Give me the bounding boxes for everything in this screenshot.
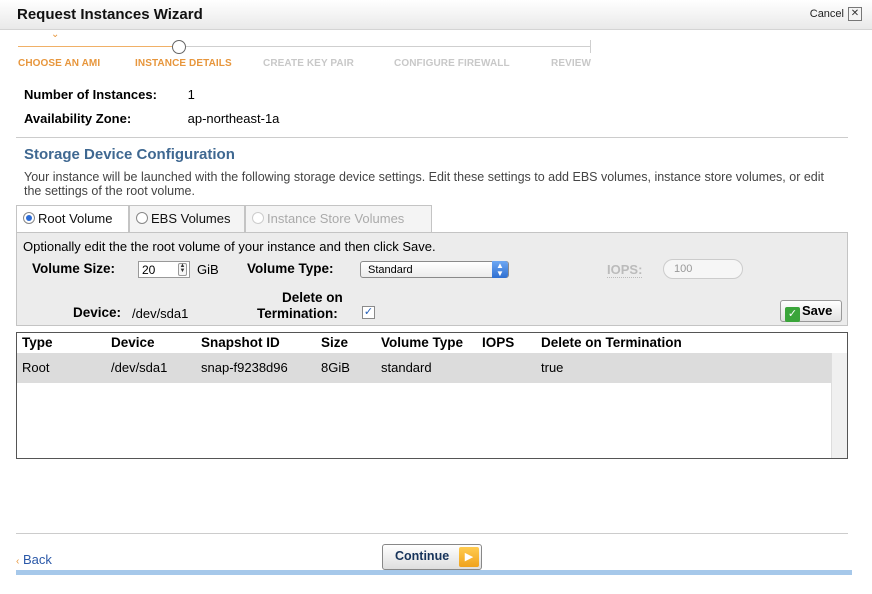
table-scrollbar[interactable] [831,353,847,458]
progress-line-remaining [185,46,591,47]
column-header: Delete on Termination [541,335,682,350]
save-label: Save [802,303,833,318]
panel-hint: Optionally edit the the root volume of y… [23,239,436,254]
window-title: Request Instances Wizard [17,6,203,23]
checkmark-icon: ✓ [785,307,800,322]
device-label: Device: [73,305,122,320]
delete-on-termination-checkbox[interactable]: ✓ [362,306,375,319]
tab-root-volume[interactable]: Root Volume [16,205,129,234]
cell-device: /dev/sda1 [111,360,168,375]
select-arrows-icon: ▲ ▼ [492,261,508,278]
step-complete-chevron-icon: ⌄ [51,29,60,40]
current-step-marker-icon [172,40,186,54]
radio-icon [136,212,148,224]
tab-ebs-volumes[interactable]: EBS Volumes [129,205,245,233]
step-create-key-pair: CREATE KEY PAIR [263,58,354,69]
wizard-steps: ⌄ CHOOSE AN AMI INSTANCE DETAILS CREATE … [0,29,872,76]
column-header: Snapshot ID [201,335,280,350]
tab-label: Instance Store Volumes [267,211,405,226]
volume-size-stepper[interactable]: 20 ▲ ▼ [138,261,190,278]
close-icon[interactable]: ✕ [848,7,862,21]
section-title: Storage Device Configuration [24,146,235,163]
cell-size: 8GiB [321,360,350,375]
continue-label: Continue [395,549,450,563]
iops-input: 100 [663,259,743,279]
tab-label: Root Volume [38,211,113,226]
cell-volume-type: standard [381,360,432,375]
play-arrow-icon: ▶ [459,547,479,567]
instance-count-label: Number of Instances: [24,87,157,102]
progress-line-complete [18,46,173,47]
table-header: Type Device Snapshot ID Size Volume Type… [17,333,831,353]
volume-type-value: Standard [368,264,413,276]
volume-size-unit: GiB [197,262,219,277]
step-choose-ami[interactable]: CHOOSE AN AMI [18,58,100,69]
column-header: Size [321,335,349,350]
cell-snapshot: snap-f9238d96 [201,360,288,375]
root-volume-panel: Optionally edit the the root volume of y… [16,232,848,326]
column-header: Type [22,335,53,350]
chevron-left-icon: ‹ [16,556,20,567]
back-label: Back [22,552,52,567]
progress-end-marker [590,40,591,53]
tab-label: EBS Volumes [151,211,231,226]
volume-type-label: Volume Type: [247,261,334,276]
section-description: Your instance will be launched with the … [24,170,824,198]
instance-count-value: 1 [187,87,195,102]
volume-type-select[interactable]: Standard ▲ ▼ [360,261,509,278]
tab-instance-store-volumes: Instance Store Volumes [245,205,432,233]
step-review: REVIEW [551,58,592,69]
table-row[interactable]: Root /dev/sda1 snap-f9238d96 8GiB standa… [17,353,831,383]
iops-label: IOPS: [607,262,643,278]
cell-type: Root [22,360,50,375]
cancel-link[interactable]: Cancel [810,8,844,20]
availability-zone-row: Availability Zone: ap-northeast-1a [24,111,279,126]
footer-divider [16,533,848,534]
column-header: Device [111,335,155,350]
availability-zone-value: ap-northeast-1a [187,111,280,126]
column-header: IOPS [482,335,515,350]
device-value: /dev/sda1 [132,306,189,321]
save-button[interactable]: ✓ Save [780,300,842,322]
volume-size-label: Volume Size: [32,261,116,276]
volume-size-value: 20 [142,263,156,277]
step-instance-details: INSTANCE DETAILS [135,58,232,69]
volumes-table: Type Device Snapshot ID Size Volume Type… [16,332,848,459]
back-link[interactable]: ‹ Back [16,552,52,567]
radio-selected-icon [23,212,35,224]
delete-on-termination-label-line1: Delete on [282,290,343,305]
cell-delete-on-termination: true [541,360,564,375]
divider [16,137,848,138]
continue-button[interactable]: Continue ▶ [382,544,482,570]
instance-count-row: Number of Instances: 1 [24,87,195,102]
title-bar: Request Instances Wizard Cancel ✕ [0,0,872,30]
radio-disabled-icon [252,212,264,224]
column-header: Volume Type [381,335,464,350]
stepper-arrows-icon[interactable]: ▲ ▼ [178,263,187,276]
bottom-accent-bar [16,570,852,575]
delete-on-termination-label-line2: Termination: [257,306,338,321]
step-configure-firewall: CONFIGURE FIREWALL [394,58,510,69]
availability-zone-label: Availability Zone: [24,111,132,126]
